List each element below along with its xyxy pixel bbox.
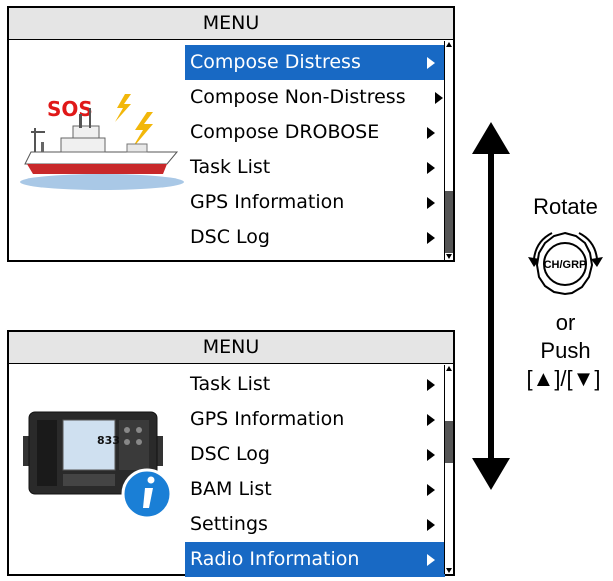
scrollbar[interactable] bbox=[444, 41, 453, 260]
scroll-up-icon bbox=[446, 366, 452, 371]
scrollbar-thumb[interactable] bbox=[445, 191, 453, 253]
menu-item-label: DSC Log bbox=[190, 226, 270, 248]
menu-panel-top: MENU SOS Compose Distress Compose Non-Di… bbox=[7, 6, 455, 262]
up-down-arrow-icon bbox=[472, 122, 510, 490]
signal-bolt-icon bbox=[115, 94, 153, 150]
submenu-arrow-icon bbox=[427, 197, 435, 209]
menu-panel-bottom: MENU 833 Task List GPS Information DSC L… bbox=[7, 330, 455, 577]
control-instructions: Rotate CH/GRP or Push [▲]/[▼] bbox=[518, 195, 613, 391]
sos-label: SOS bbox=[47, 97, 93, 121]
menu-item-compose-drobose[interactable]: Compose DROBOSE bbox=[185, 115, 445, 150]
scroll-down-icon bbox=[446, 568, 452, 573]
arrow-keys-label: [▲]/[▼] bbox=[526, 366, 601, 391]
submenu-arrow-icon bbox=[427, 414, 435, 426]
menu-title: MENU bbox=[9, 332, 453, 364]
menu-item-label: Compose DROBOSE bbox=[190, 121, 380, 143]
menu-title: MENU bbox=[9, 8, 453, 40]
menu-item-label: Radio Information bbox=[190, 548, 360, 570]
submenu-arrow-icon bbox=[427, 449, 435, 461]
menu-item-label: Settings bbox=[190, 513, 268, 535]
menu-item-label: BAM List bbox=[190, 478, 272, 500]
radio-display-channel: 833 bbox=[97, 434, 120, 447]
menu-item-compose-distress[interactable]: Compose Distress bbox=[185, 45, 445, 80]
menu-item-compose-non-distress[interactable]: Compose Non-Distress bbox=[185, 80, 445, 115]
submenu-arrow-icon bbox=[427, 554, 435, 566]
submenu-arrow-icon bbox=[427, 379, 435, 391]
submenu-arrow-icon bbox=[427, 57, 435, 69]
info-icon bbox=[121, 468, 173, 520]
menu-item-label: DSC Log bbox=[190, 443, 270, 465]
radio-info-illustration: 833 bbox=[23, 411, 173, 520]
scrollbar[interactable] bbox=[444, 365, 453, 574]
menu-item-gps-information[interactable]: GPS Information bbox=[185, 185, 445, 220]
submenu-arrow-icon bbox=[427, 519, 435, 531]
menu-item-label: Compose Distress bbox=[190, 51, 361, 73]
scrollbar-thumb[interactable] bbox=[445, 421, 453, 463]
menu-item-label: GPS Information bbox=[190, 191, 345, 213]
menu-item-bam-list[interactable]: BAM List bbox=[185, 472, 445, 507]
menu-item-settings[interactable]: Settings bbox=[185, 507, 445, 542]
menu-item-dsc-log[interactable]: DSC Log bbox=[185, 220, 445, 255]
menu-item-label: Compose Non-Distress bbox=[190, 86, 406, 108]
rotate-label: Rotate bbox=[533, 194, 598, 219]
menu-item-label: GPS Information bbox=[190, 408, 345, 430]
ch-grp-knob-icon[interactable]: CH/GRP bbox=[518, 219, 613, 307]
push-label: Push bbox=[540, 338, 591, 363]
menu-item-label: Task List bbox=[190, 373, 271, 395]
scroll-down-icon bbox=[446, 254, 452, 259]
sos-ship-illustration: SOS bbox=[20, 94, 184, 190]
ship-icon bbox=[20, 108, 184, 190]
submenu-arrow-icon bbox=[427, 484, 435, 496]
menu-item-radio-information[interactable]: Radio Information bbox=[185, 542, 445, 577]
menu-list: Task List GPS Information DSC Log BAM Li… bbox=[185, 367, 445, 577]
submenu-arrow-icon bbox=[427, 127, 435, 139]
menu-item-label: Task List bbox=[190, 156, 271, 178]
submenu-arrow-icon bbox=[435, 92, 443, 104]
or-label: or bbox=[555, 310, 576, 335]
submenu-arrow-icon bbox=[427, 162, 435, 174]
menu-item-task-list[interactable]: Task List bbox=[185, 367, 445, 402]
knob-label: CH/GRP bbox=[544, 259, 587, 271]
menu-item-task-list[interactable]: Task List bbox=[185, 150, 445, 185]
submenu-arrow-icon bbox=[427, 232, 435, 244]
scroll-up-icon bbox=[446, 42, 452, 47]
menu-item-gps-information[interactable]: GPS Information bbox=[185, 402, 445, 437]
menu-item-dsc-log[interactable]: DSC Log bbox=[185, 437, 445, 472]
menu-list: Compose Distress Compose Non-Distress Co… bbox=[185, 45, 445, 255]
